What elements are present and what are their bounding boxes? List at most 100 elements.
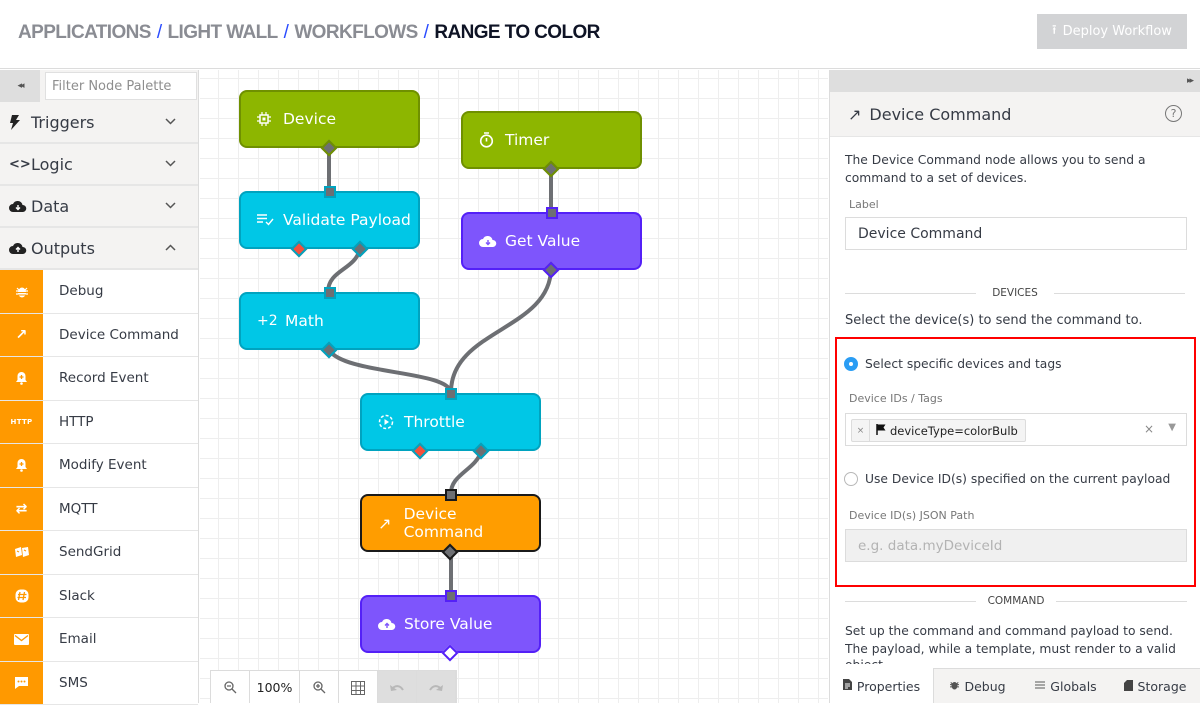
output-port[interactable] — [321, 342, 338, 359]
document-icon — [843, 679, 852, 693]
category-label: Data — [31, 197, 69, 216]
zoom-in-button[interactable] — [300, 671, 339, 703]
devices-description: Select the device(s) to send the command… — [845, 313, 1185, 328]
remove-tag-button[interactable]: × — [852, 420, 870, 441]
redo-button[interactable] — [417, 671, 456, 703]
chevron-down-icon — [165, 115, 176, 128]
filter-node-palette-input[interactable] — [45, 72, 197, 100]
label-input[interactable] — [845, 217, 1187, 250]
category-data[interactable]: Data — [0, 186, 198, 228]
node-label: Validate Payload — [283, 211, 411, 229]
node-device[interactable]: Device — [239, 90, 420, 148]
arrow-up-right-icon: ↗ — [848, 105, 861, 124]
zoom-in-icon — [313, 681, 326, 694]
node-timer[interactable]: Timer — [461, 111, 642, 169]
radio-select-specific-devices[interactable]: Select specific devices and tags — [844, 357, 1062, 371]
radio-button-unchecked[interactable] — [844, 472, 858, 486]
node-validate-payload[interactable]: Validate Payload — [239, 191, 420, 249]
input-port[interactable] — [445, 388, 457, 400]
deploy-workflow-button[interactable]: ⭱ Deploy Workflow — [1037, 14, 1187, 49]
palette-item-debug[interactable]: Debug — [0, 270, 198, 314]
node-device-command[interactable]: ↗ Device Command — [360, 494, 541, 552]
tag-chip: × deviceType=colorBulb — [851, 419, 1026, 442]
envelope-icon — [0, 618, 43, 661]
radio-button-checked[interactable] — [844, 357, 858, 371]
false-output-port[interactable] — [412, 443, 429, 460]
command-description-overflow: object. — [845, 658, 887, 664]
collapse-panel-button[interactable]: ▸▸ — [830, 70, 1200, 92]
input-port[interactable] — [546, 207, 558, 219]
palette-item-email[interactable]: Email — [0, 618, 198, 662]
palette-item-label: SendGrid — [43, 544, 121, 560]
node-get-value[interactable]: Get Value — [461, 212, 642, 270]
node-throttle[interactable]: Throttle — [360, 393, 541, 451]
input-port[interactable] — [324, 287, 336, 299]
node-label: Timer — [505, 131, 549, 149]
edge-throttle-to-devcmd — [451, 452, 481, 494]
chip-icon — [257, 112, 283, 126]
cloud-download-icon — [9, 200, 31, 213]
node-math[interactable]: +2 Math — [239, 292, 420, 350]
outputs-list: Debug ↗ Device Command Record Event HTTP… — [0, 270, 198, 705]
slack-icon — [0, 575, 43, 618]
input-port[interactable] — [324, 186, 336, 198]
palette-item-modify-event[interactable]: Modify Event — [0, 444, 198, 488]
help-icon[interactable]: ? — [1165, 105, 1182, 122]
radio-use-payload-device-ids[interactable]: Use Device ID(s) specified on the curren… — [844, 472, 1170, 486]
output-port[interactable] — [543, 262, 560, 279]
output-port[interactable] — [543, 161, 560, 178]
collapse-palette-button[interactable]: ◂◂ — [0, 70, 40, 102]
tab-label: Debug — [964, 679, 1005, 694]
breadcrumb-applications[interactable]: APPLICATIONS — [18, 22, 151, 44]
false-output-port[interactable] — [291, 241, 308, 258]
category-triggers[interactable]: Triggers — [0, 102, 198, 144]
output-port[interactable] — [321, 140, 338, 157]
dropdown-caret-icon[interactable]: ▼ — [1168, 422, 1176, 433]
panel-tabs: Properties Debug Globals Storage — [830, 668, 1200, 703]
tab-storage[interactable]: Storage — [1110, 669, 1200, 703]
input-port[interactable] — [445, 489, 457, 501]
undo-button[interactable] — [378, 671, 417, 703]
device-ids-tags-select[interactable]: × deviceType=colorBulb × ▼ — [845, 413, 1187, 446]
list-check-icon — [257, 214, 283, 226]
edge-math-to-throttle — [329, 350, 451, 393]
palette-item-slack[interactable]: Slack — [0, 575, 198, 619]
palette-item-device-command[interactable]: ↗ Device Command — [0, 314, 198, 358]
category-logic[interactable]: <> Logic — [0, 144, 198, 186]
tab-debug[interactable]: Debug — [934, 669, 1022, 703]
tab-properties[interactable]: Properties — [830, 668, 934, 703]
output-port[interactable] — [442, 544, 459, 561]
output-port[interactable] — [442, 645, 459, 662]
palette-item-mqtt[interactable]: ⇄ MQTT — [0, 488, 198, 532]
node-description: The Device Command node allows you to se… — [845, 151, 1185, 187]
edge-validate-to-math — [328, 249, 360, 292]
chevron-down-icon — [165, 157, 176, 170]
true-output-port[interactable] — [352, 241, 369, 258]
toggle-grid-button[interactable] — [339, 671, 378, 703]
workflow-canvas[interactable]: Device Timer Validate Payload Get Value … — [200, 70, 828, 703]
palette-item-http[interactable]: HTTP HTTP — [0, 401, 198, 445]
node-store-value[interactable]: Store Value — [360, 595, 541, 653]
tab-globals[interactable]: Globals — [1022, 669, 1110, 703]
json-path-input[interactable] — [845, 529, 1187, 562]
chevron-up-icon — [165, 241, 176, 254]
category-outputs[interactable]: Outputs — [0, 228, 198, 270]
palette-item-record-event[interactable]: Record Event — [0, 357, 198, 401]
panel-title: Device Command — [869, 105, 1011, 124]
breadcrumb-light-wall[interactable]: LIGHT WALL — [168, 22, 278, 44]
breadcrumb-current: RANGE TO COLOR — [434, 22, 599, 44]
node-label: Device Command — [404, 505, 539, 541]
palette-item-label: Modify Event — [43, 457, 147, 473]
lightning-icon — [9, 115, 31, 130]
palette-item-label: Record Event — [43, 370, 149, 386]
clear-selection-icon[interactable]: × — [1144, 422, 1154, 436]
true-output-port[interactable] — [473, 443, 490, 460]
palette-item-sendgrid[interactable]: SendGrid — [0, 531, 198, 575]
devices-section-divider: DEVICES — [845, 287, 1185, 299]
zoom-out-icon — [224, 681, 237, 694]
palette-item-sms[interactable]: SMS — [0, 662, 198, 705]
bell-plus-icon — [0, 444, 43, 487]
zoom-out-button[interactable] — [211, 671, 250, 703]
breadcrumb-workflows[interactable]: WORKFLOWS — [294, 22, 417, 44]
input-port[interactable] — [445, 590, 457, 602]
